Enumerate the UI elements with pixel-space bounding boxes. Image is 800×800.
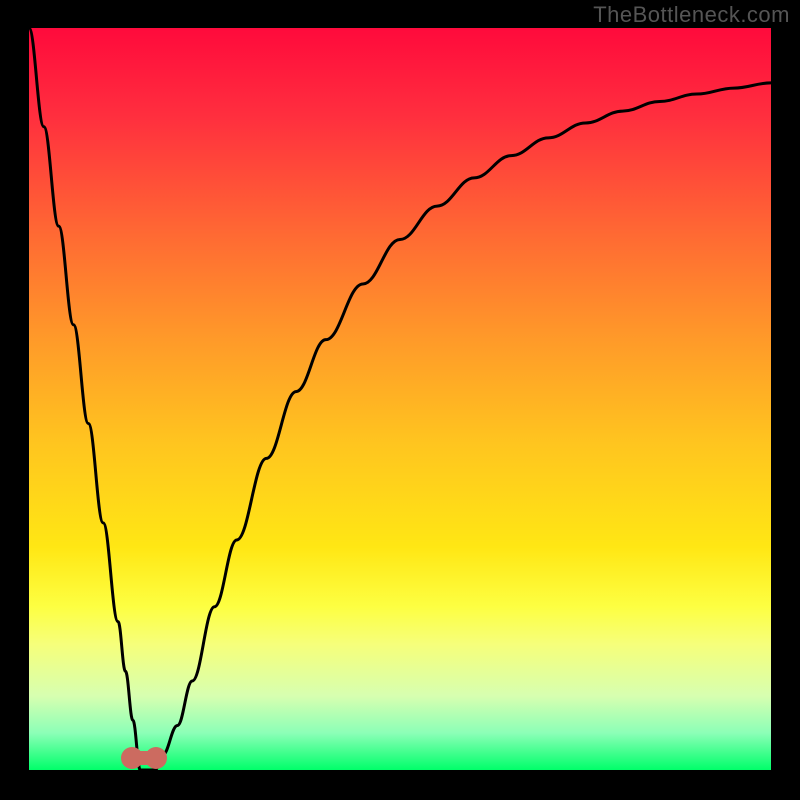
chart-frame: TheBottleneck.com	[0, 0, 800, 800]
optimum-marker	[121, 747, 167, 769]
curve-layer	[29, 28, 771, 770]
plot-area	[29, 28, 771, 770]
marker-lobe-right	[145, 747, 167, 769]
bottleneck-curve	[29, 28, 771, 770]
watermark-text: TheBottleneck.com	[593, 2, 790, 28]
